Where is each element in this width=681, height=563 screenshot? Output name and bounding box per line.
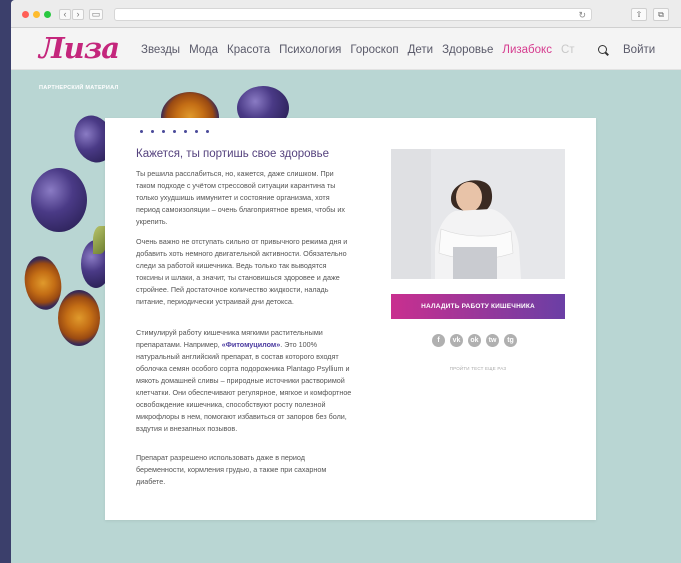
fix-digestion-button[interactable]: НАЛАДИТЬ РАБОТУ КИШЕЧНИКА [391,294,565,319]
reload-icon[interactable]: ↻ [578,9,586,21]
vk-icon[interactable]: vk [450,334,463,347]
retake-test-link[interactable]: ПРОЙТИ ТЕСТ ЕЩЕ РАЗ [391,366,565,371]
share-icon[interactable]: ⇧ [631,8,647,21]
minimize-window-icon[interactable] [33,11,40,18]
tabs-icon[interactable]: ⧉ [653,8,669,21]
url-bar[interactable]: ↻ [114,8,592,21]
article-paragraph-1: Ты решила расслабиться, но, кажется, даж… [136,169,346,226]
site-logo[interactable]: Лиза [39,31,120,65]
article-paragraph-2: Очень важно не отступать сильно от привы… [136,237,348,306]
browser-window: ‹ › ▭ ↻ ⇧ ⧉ Лиза Звезды Мода Красота Пси… [11,0,681,563]
product-name: «Фитомуцилом» [221,340,281,349]
article-paragraph-4: Препарат разрешено использовать даже в п… [136,453,327,486]
pagination-dots [140,130,217,133]
search-icon[interactable] [598,45,607,54]
sidebar-toggle-icon[interactable]: ▭ [89,9,103,20]
back-button[interactable]: ‹ [59,9,71,20]
forward-button[interactable]: › [72,9,84,20]
nav-item-fashion[interactable]: Мода [189,44,218,56]
article-card: Кажется, ты портишь свое здоровье Ты реш… [105,118,596,520]
close-window-icon[interactable] [22,11,29,18]
odnoklassniki-icon[interactable]: ok [468,334,481,347]
main-nav: Звезды Мода Красота Психология Гороскоп … [141,44,584,56]
article-title: Кажется, ты портишь свое здоровье [136,148,330,160]
nav-item-lizabox[interactable]: Лизабокс [502,44,552,56]
nav-item-psychology[interactable]: Психология [279,44,341,56]
telegram-icon[interactable]: tg [504,334,517,347]
browser-toolbar: ‹ › ▭ ↻ ⇧ ⧉ [11,0,681,28]
facebook-icon[interactable]: f [432,334,445,347]
nav-item-health[interactable]: Здоровье [442,44,493,56]
article-photo [391,149,565,279]
nav-item-horoscope[interactable]: Гороскоп [350,44,398,56]
site-header: Лиза Звезды Мода Красота Психология Горо… [11,28,681,70]
nav-item-kids[interactable]: Дети [408,44,434,56]
article-paragraph-3: Стимулируй работу кишечника мягкими раст… [136,328,352,433]
nav-item-stars[interactable]: Звезды [141,44,180,56]
social-share-bar: f vk ok tw tg [432,334,522,347]
partner-label: ПАРТНЕРСКИЙ МАТЕРИАЛ [39,85,119,91]
login-link[interactable]: Войти [623,44,655,56]
twitter-icon[interactable]: tw [486,334,499,347]
maximize-window-icon[interactable] [44,11,51,18]
nav-item-beauty[interactable]: Красота [227,44,270,56]
nav-item-more[interactable]: Ст [561,44,575,56]
